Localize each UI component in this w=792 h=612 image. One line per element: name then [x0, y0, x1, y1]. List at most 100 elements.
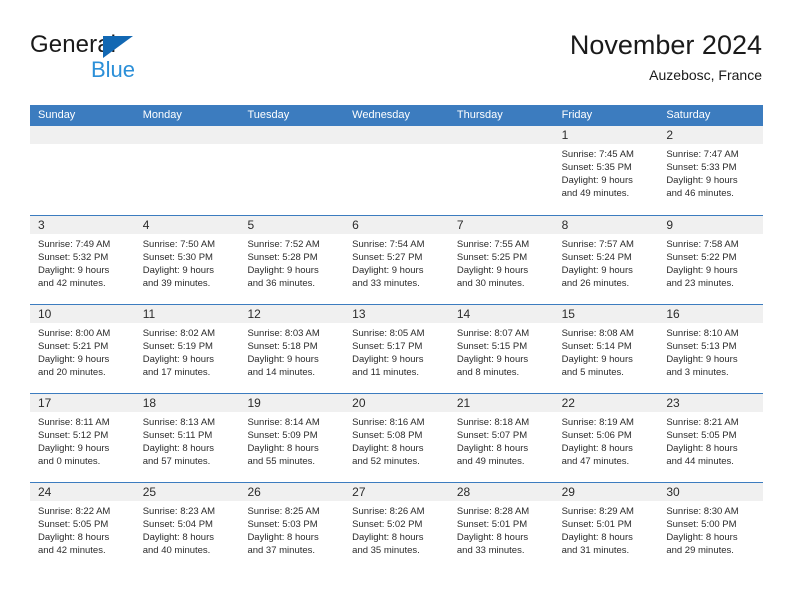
sunset-text: Sunset: 5:08 PM [352, 430, 423, 441]
day-number: 19 [247, 396, 261, 410]
day-info: Sunrise: 8:08 AM Sunset: 5:14 PM Daylight:… [554, 323, 659, 379]
day-number: 18 [142, 396, 157, 410]
day-cell-12[interactable]: 12 Sunrise: 8:03 AM Sunset: 5:18 PM Dayligh… [239, 305, 345, 393]
logo-text-blue: Blue [91, 57, 136, 82]
sunset-text: Sunset: 5:01 PM [456, 519, 528, 530]
day-cell-5[interactable]: 5 Sunrise: 7:52 AM Sunset: 5:28 PM Daylight… [239, 216, 345, 304]
day-cell-10[interactable]: 10 Sunrise: 8:00 AM Sunset: 5:21 PM Dayligh… [30, 305, 135, 393]
day-number-band: 28 [448, 483, 554, 501]
daylight-text-line1: Daylight: 9 hours [142, 354, 215, 365]
daylight-text-line2: and 33 minutes. [352, 278, 420, 289]
sunrise-text: Sunrise: 8:30 AM [666, 506, 739, 517]
sunrise-text: Sunrise: 8:28 AM [456, 506, 530, 517]
weekday-header-sunday: Sunday [38, 109, 76, 121]
sunrise-text: Sunrise: 8:26 AM [352, 506, 425, 517]
day-cell-13[interactable]: 13 Sunrise: 8:05 AM Sunset: 5:17 PM Dayligh… [344, 305, 449, 393]
day-cell-26[interactable]: 26 Sunrise: 8:25 AM Sunset: 5:03 PM Dayligh… [239, 483, 345, 571]
day-cell-6[interactable]: 6 Sunrise: 7:54 AM Sunset: 5:27 PM Daylight… [344, 216, 449, 304]
sunrise-text: Sunrise: 8:05 AM [352, 328, 425, 339]
day-cell-23[interactable]: 23 Sunrise: 8:21 AM Sunset: 5:05 PM Dayligh… [658, 394, 764, 482]
daylight-text-line2: and 0 minutes. [38, 456, 101, 467]
sunset-text: Sunset: 5:09 PM [247, 430, 318, 441]
day-cell-19[interactable]: 19 Sunrise: 8:14 AM Sunset: 5:09 PM Dayligh… [239, 394, 345, 482]
sunset-text: Sunset: 5:04 PM [142, 519, 213, 530]
day-cell-24[interactable]: 24 Sunrise: 8:22 AM Sunset: 5:05 PM Dayligh… [30, 483, 135, 571]
daylight-text-line1: Daylight: 9 hours [666, 354, 738, 365]
day-info: Sunrise: 8:14 AM Sunset: 5:09 PM Daylight:… [239, 412, 344, 468]
day-number-band: 24 [30, 483, 135, 501]
day-number: 23 [666, 396, 680, 410]
day-cell-29[interactable]: 29 Sunrise: 8:29 AM Sunset: 5:01 PM Dayligh… [553, 483, 659, 571]
daylight-text-line2: and 46 minutes. [666, 188, 734, 199]
day-number-band [448, 126, 554, 144]
sunset-text: Sunset: 5:21 PM [38, 341, 109, 352]
day-cell-1[interactable]: 1 Sunrise: 7:45 AM Sunset: 5:35 PM Daylight… [553, 126, 659, 215]
day-cell-9[interactable]: 9 Sunrise: 7:58 AM Sunset: 5:22 PM Daylight… [658, 216, 764, 304]
day-info: Sunrise: 8:03 AM Sunset: 5:18 PM Daylight:… [239, 323, 344, 379]
day-cell-15[interactable]: 15 Sunrise: 8:08 AM Sunset: 5:14 PM Dayligh… [553, 305, 659, 393]
day-number: 16 [666, 307, 680, 321]
sunrise-text: Sunrise: 8:22 AM [38, 506, 111, 517]
sunrise-text: Sunrise: 7:50 AM [142, 239, 216, 250]
day-number: 24 [38, 485, 52, 499]
day-info: Sunrise: 7:54 AM Sunset: 5:27 PM Daylight:… [344, 234, 449, 290]
daylight-text-line2: and 35 minutes. [352, 545, 420, 556]
day-cell-3[interactable]: 3 Sunrise: 7:49 AM Sunset: 5:32 PM Daylight… [30, 216, 135, 304]
day-cell-22[interactable]: 22 Sunrise: 8:19 AM Sunset: 5:06 PM Dayligh… [553, 394, 659, 482]
week-row: 1 Sunrise: 7:45 AM Sunset: 5:35 PM Daylight… [30, 126, 764, 215]
day-info: Sunrise: 8:02 AM Sunset: 5:19 PM Daylight:… [135, 323, 240, 379]
day-info: Sunrise: 8:30 AM Sunset: 5:00 PM Daylight:… [658, 501, 763, 557]
day-cell-27[interactable]: 27 Sunrise: 8:26 AM Sunset: 5:02 PM Dayligh… [344, 483, 449, 571]
day-number-band: 30 [658, 483, 764, 501]
day-cell-11[interactable]: 11 Sunrise: 8:02 AM Sunset: 5:19 PM Dayligh… [134, 305, 240, 393]
day-cell-8[interactable]: 8 Sunrise: 7:57 AM Sunset: 5:24 PM Daylight… [553, 216, 659, 304]
daylight-text-line2: and 42 minutes. [38, 545, 106, 556]
sunrise-text: Sunrise: 7:58 AM [666, 239, 739, 250]
day-number-band: 18 [134, 394, 240, 412]
day-cell-28[interactable]: 28 Sunrise: 8:28 AM Sunset: 5:01 PM Dayligh… [448, 483, 554, 571]
sunset-text: Sunset: 5:05 PM [38, 519, 109, 530]
day-cell-7[interactable]: 7 Sunrise: 7:55 AM Sunset: 5:25 PM Daylight… [448, 216, 554, 304]
day-cell-25[interactable]: 25 Sunrise: 8:23 AM Sunset: 5:04 PM Dayligh… [134, 483, 240, 571]
day-cell-17[interactable]: 17 Sunrise: 8:11 AM Sunset: 5:12 PM Dayligh… [30, 394, 135, 482]
day-cell-20[interactable]: 20 Sunrise: 8:16 AM Sunset: 5:08 PM Dayligh… [344, 394, 449, 482]
daylight-text-line1: Daylight: 9 hours [38, 265, 110, 276]
sunset-text: Sunset: 5:02 PM [352, 519, 423, 530]
day-number: 2 [666, 128, 673, 142]
day-number-band: 5 [239, 216, 345, 234]
day-cell-18[interactable]: 18 Sunrise: 8:13 AM Sunset: 5:11 PM Dayligh… [134, 394, 240, 482]
day-number-band: 15 [553, 305, 659, 323]
weekday-header-friday: Friday [561, 109, 593, 121]
day-number: 5 [247, 218, 255, 232]
day-cell-21[interactable]: 21 Sunrise: 8:18 AM Sunset: 5:07 PM Dayligh… [448, 394, 554, 482]
sunrise-text: Sunrise: 7:57 AM [561, 239, 634, 250]
day-cell-14[interactable]: 14 Sunrise: 8:07 AM Sunset: 5:15 PM Dayligh… [448, 305, 554, 393]
general-blue-logo[interactable]: General Blue [30, 32, 180, 88]
sunset-text: Sunset: 5:27 PM [352, 252, 423, 263]
sunrise-text: Sunrise: 8:10 AM [666, 328, 739, 339]
day-number: 12 [247, 307, 261, 321]
sunset-text: Sunset: 5:30 PM [142, 252, 213, 263]
day-number-band: 3 [30, 216, 135, 234]
day-info: Sunrise: 7:58 AM Sunset: 5:22 PM Daylight:… [658, 234, 763, 290]
day-info: Sunrise: 8:13 AM Sunset: 5:11 PM Daylight:… [135, 412, 240, 468]
day-cell-empty [30, 126, 135, 215]
daylight-text-line2: and 3 minutes. [666, 367, 729, 378]
week-row: 3 Sunrise: 7:49 AM Sunset: 5:32 PM Daylight… [30, 215, 764, 304]
calendar-grid: Sunday Monday Tuesday Wednesday Thursday Frid… [30, 105, 764, 571]
calendar-weeks: 1 Sunrise: 7:45 AM Sunset: 5:35 PM Daylight… [30, 126, 764, 571]
sunrise-text: Sunrise: 8:21 AM [666, 417, 739, 428]
day-info: Sunrise: 8:21 AM Sunset: 5:05 PM Daylight:… [658, 412, 763, 468]
day-cell-30[interactable]: 30 Sunrise: 8:30 AM Sunset: 5:00 PM Dayligh… [658, 483, 764, 571]
day-number-band [344, 126, 449, 144]
day-number-band: 12 [239, 305, 345, 323]
daylight-text-line2: and 57 minutes. [142, 456, 211, 467]
daylight-text-line1: Daylight: 9 hours [247, 265, 319, 276]
sunset-text: Sunset: 5:25 PM [456, 252, 528, 263]
day-cell-2[interactable]: 2 Sunrise: 7:47 AM Sunset: 5:33 PM Daylight… [658, 126, 764, 215]
day-cell-4[interactable]: 4 Sunrise: 7:50 AM Sunset: 5:30 PM Daylight… [134, 216, 240, 304]
day-cell-16[interactable]: 16 Sunrise: 8:10 AM Sunset: 5:13 PM Dayligh… [658, 305, 764, 393]
week-row: 17 Sunrise: 8:11 AM Sunset: 5:12 PM Dayligh… [30, 393, 764, 482]
day-number: 20 [352, 396, 366, 410]
day-number-band [239, 126, 345, 144]
